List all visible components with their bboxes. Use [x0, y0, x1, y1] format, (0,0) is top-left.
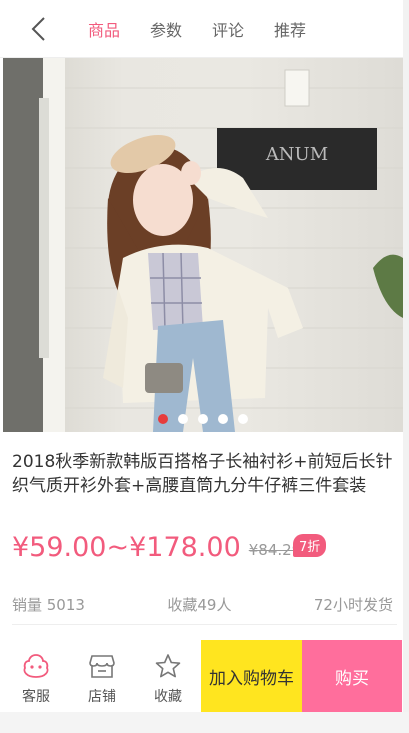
tab-params[interactable]: 参数	[150, 17, 182, 41]
customer-service-icon	[23, 654, 49, 678]
favorite-button[interactable]: 收藏	[135, 640, 201, 712]
tab-recommend[interactable]: 推荐	[274, 17, 306, 41]
tab-goods[interactable]: 商品	[88, 17, 120, 41]
carousel-dot-2[interactable]	[178, 414, 188, 424]
carousel-dot-3[interactable]	[198, 414, 208, 424]
discount-badge: 7折	[293, 534, 327, 557]
tab-comments[interactable]: 评论	[212, 17, 244, 41]
favorite-label: 收藏	[154, 689, 182, 705]
star-icon	[155, 654, 181, 678]
buy-now-button[interactable]: 购买	[302, 640, 402, 712]
carousel-dot-5[interactable]	[238, 414, 248, 424]
add-to-cart-button[interactable]: 加入购物车	[201, 640, 302, 712]
product-photo: ANUM	[3, 58, 403, 432]
price-range: ¥59.00~¥178.00	[12, 532, 241, 563]
shop-label: 店铺	[88, 689, 116, 705]
shop-sign-text: ANUM	[265, 144, 328, 165]
product-stats: 销量 5013 收藏49人 72小时发货	[12, 594, 393, 615]
back-button[interactable]	[24, 14, 54, 44]
bottom-action-bar: 客服 店铺 收藏 加入购物车 购买	[3, 640, 403, 712]
product-title: 2018秋季新款韩版百搭格子长袖衬衫+前短后长针织气质开衫外套+高腰直筒九分牛仔…	[12, 452, 393, 496]
carousel-dot-4[interactable]	[218, 414, 228, 424]
sales-count: 销量 5013	[12, 596, 85, 614]
tab-bar: 商品 参数 评论 推荐	[88, 0, 336, 58]
carousel-dot-1[interactable]	[158, 414, 168, 424]
customer-service-button[interactable]: 客服	[3, 640, 69, 712]
shop-button[interactable]: 店铺	[69, 640, 135, 712]
chevron-left-icon	[31, 17, 45, 41]
footer-strip	[0, 712, 409, 733]
top-nav-bar: 商品 参数 评论 推荐	[0, 0, 403, 58]
favorites-count: 收藏49人	[167, 596, 232, 614]
divider	[12, 624, 397, 625]
page-edge	[403, 0, 409, 733]
product-image-carousel[interactable]: ANUM	[3, 58, 403, 432]
price-row: ¥59.00~¥178.00 ¥84.29	[12, 532, 301, 563]
carousel-indicators	[3, 414, 403, 424]
service-label: 客服	[22, 689, 50, 705]
shop-icon	[89, 655, 115, 678]
shipping-info: 72小时发货	[313, 596, 393, 614]
